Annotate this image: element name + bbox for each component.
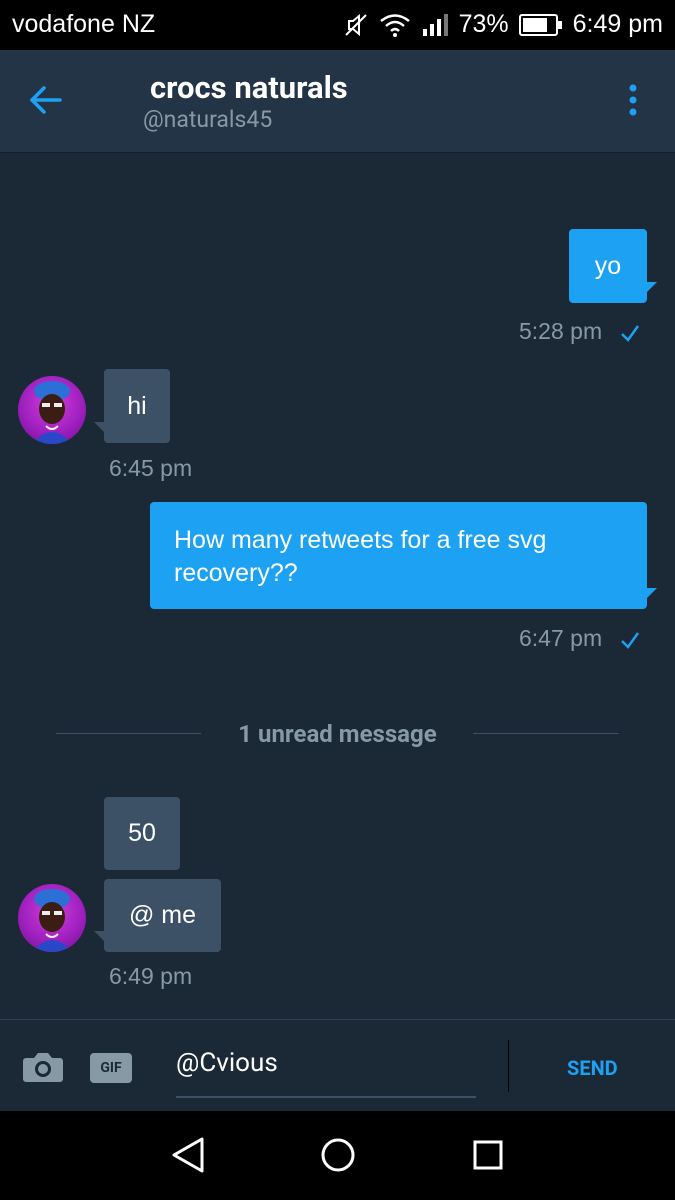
message-timestamp: 6:47 pm (519, 625, 603, 651)
contact-name[interactable]: crocs naturals (150, 69, 348, 106)
carrier-label: vodafone NZ (12, 10, 156, 38)
conversation-header: crocs naturals @naturals45 (0, 50, 675, 153)
message-timestamp: 5:28 pm (519, 318, 603, 344)
message-input[interactable]: @Cvious (176, 1048, 278, 1078)
system-nav-bar (0, 1111, 675, 1200)
battery-percent: 73% (458, 10, 509, 38)
camera-icon[interactable] (22, 1050, 64, 1084)
battery-icon (518, 13, 562, 36)
nav-recents-icon[interactable] (472, 1139, 504, 1171)
message-timestamp: 6:49 pm (109, 963, 193, 989)
unread-divider-label: 1 unread message (238, 720, 437, 748)
bubble-tail (647, 588, 657, 598)
contact-handle: @naturals45 (143, 106, 273, 133)
message-bubble-outgoing[interactable]: How many retweets for a free svg recover… (150, 502, 647, 609)
send-button[interactable]: SEND (567, 1056, 618, 1080)
message-composer: GIF @Cvious SEND (0, 1019, 675, 1112)
contact-avatar[interactable] (18, 884, 86, 952)
message-timestamp: 6:45 pm (109, 455, 193, 481)
back-arrow-icon[interactable] (26, 80, 66, 120)
message-text-line: How many retweets for a free svg (174, 526, 547, 554)
mute-icon (344, 13, 367, 36)
more-vertical-icon[interactable] (620, 80, 646, 120)
gif-button[interactable]: GIF (90, 1053, 132, 1083)
composer-separator (508, 1040, 509, 1092)
message-text: hi (127, 392, 147, 420)
message-bubble-incoming[interactable]: 50 (104, 797, 180, 870)
message-text: 50 (128, 819, 156, 847)
wifi-icon (379, 13, 410, 37)
nav-back-icon[interactable] (170, 1135, 206, 1175)
message-text: @ me (128, 901, 197, 929)
message-bubble-incoming[interactable]: hi (104, 369, 170, 443)
message-bubble-incoming[interactable]: @ me (104, 879, 221, 952)
clock: 6:49 pm (572, 10, 663, 38)
read-check-icon (621, 325, 640, 342)
avatar-image (32, 381, 72, 444)
divider-line-right (473, 733, 619, 734)
signal-icon (422, 13, 448, 36)
read-check-icon (621, 632, 640, 649)
bubble-tail (94, 931, 104, 941)
avatar-image (32, 889, 72, 952)
message-text-line: recovery?? (174, 559, 298, 587)
contact-avatar[interactable] (18, 376, 86, 444)
status-bar: vodafone NZ 73% 6:49 pm (0, 0, 675, 50)
bubble-tail (94, 422, 104, 432)
status-icons: 73% 6:49 pm (343, 10, 663, 39)
message-bubble-outgoing[interactable]: yo (569, 229, 647, 303)
input-underline (176, 1096, 476, 1098)
message-text: yo (594, 252, 622, 280)
bubble-tail (647, 282, 657, 292)
nav-home-icon[interactable] (320, 1137, 356, 1173)
